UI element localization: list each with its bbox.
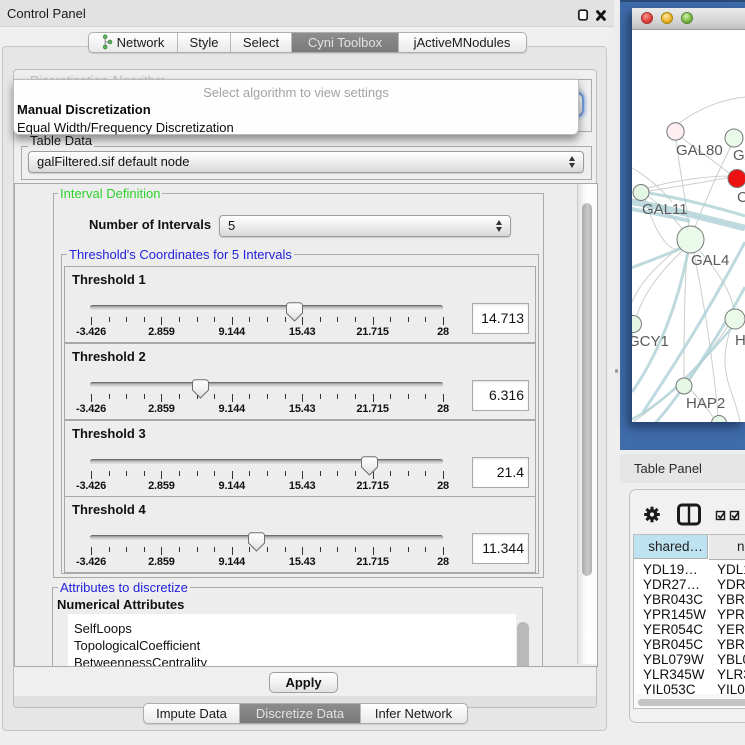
svg-text:GA: GA — [733, 147, 745, 164]
svg-text:GCY1: GCY1 — [632, 333, 669, 350]
svg-text:H: H — [735, 332, 745, 349]
svg-text:GAL80: GAL80 — [676, 142, 723, 159]
svg-text:GAL11: GAL11 — [642, 201, 688, 218]
svg-text:GAL4: GAL4 — [691, 252, 729, 269]
svg-text:C: C — [737, 189, 745, 206]
svg-text:HAP2: HAP2 — [686, 395, 725, 412]
